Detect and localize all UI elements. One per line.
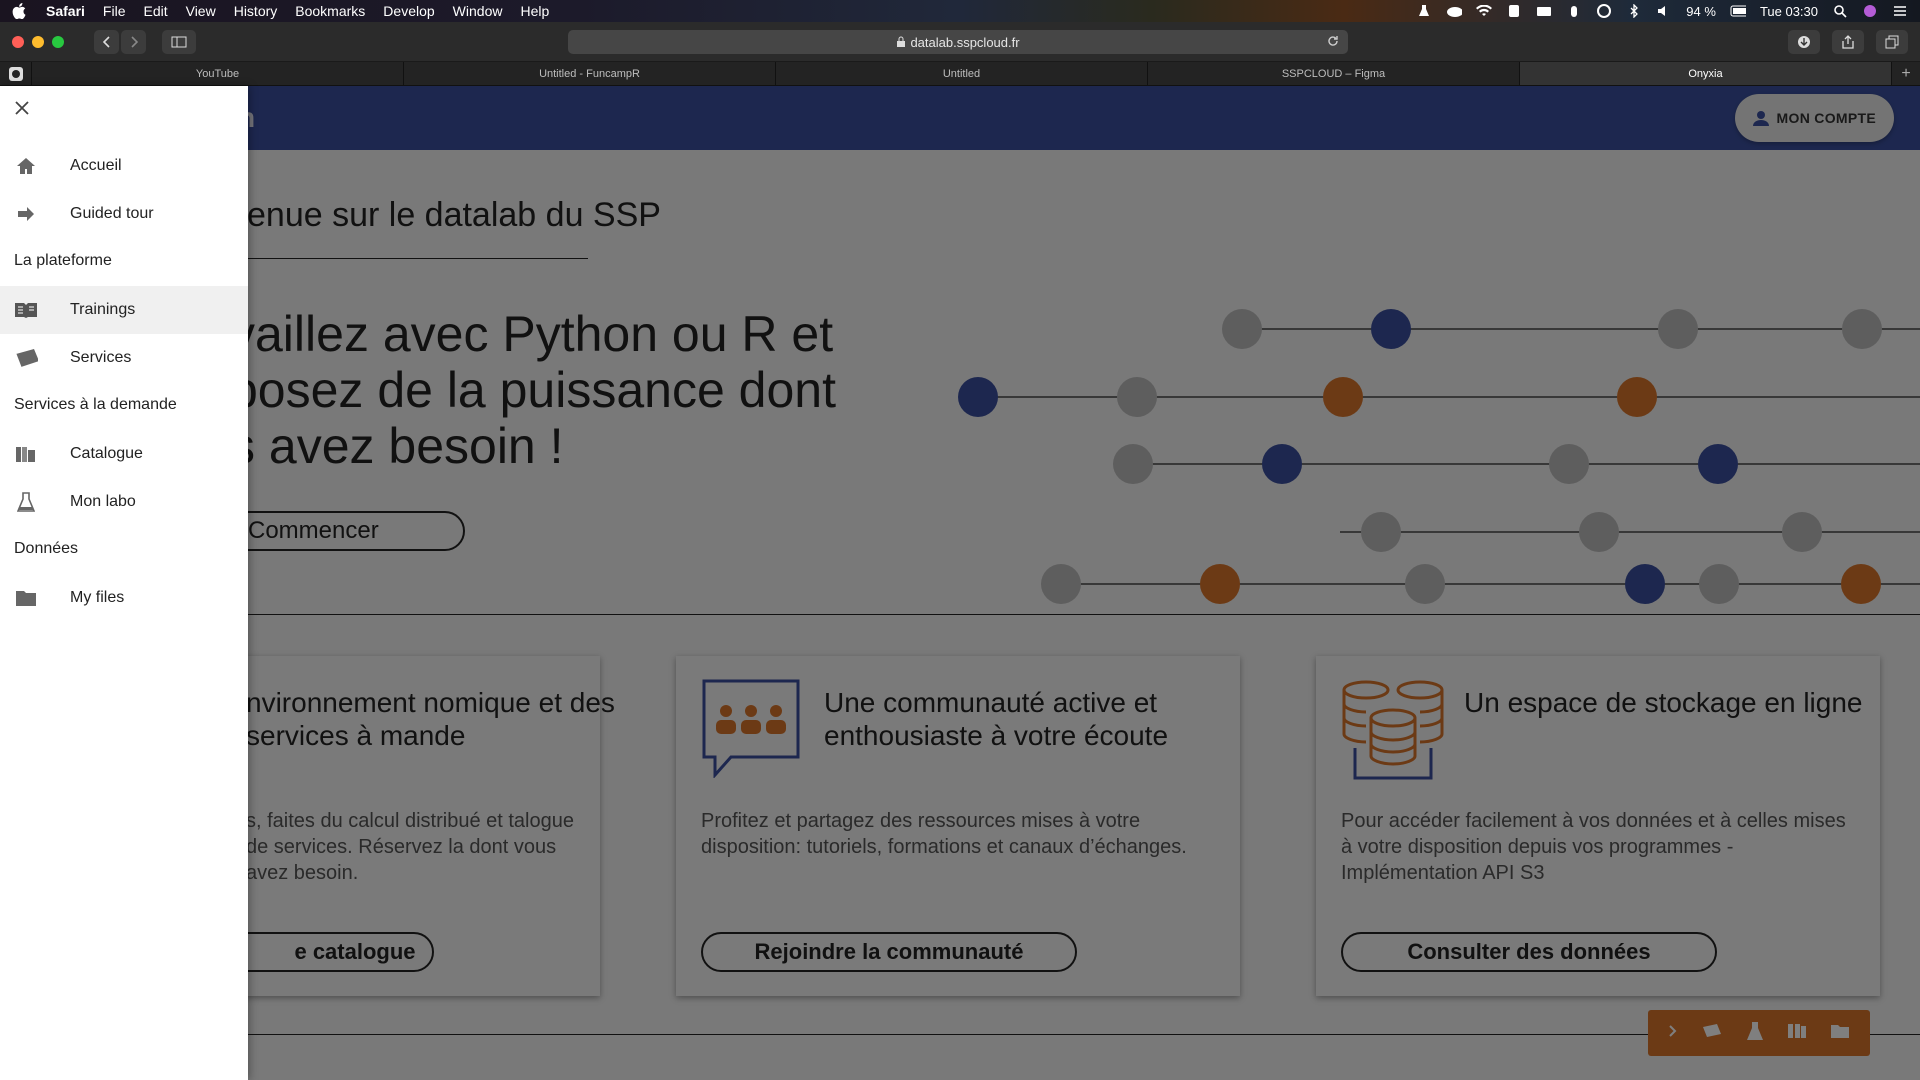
book-icon <box>14 300 38 320</box>
pinned-tab-github[interactable] <box>0 62 32 85</box>
modal-backdrop[interactable] <box>0 86 1920 1080</box>
tab-funcampr[interactable]: Untitled - FuncampR <box>404 62 776 85</box>
lock-icon <box>897 36 906 47</box>
menu-view[interactable]: View <box>186 3 216 19</box>
section-header-data: Données <box>14 540 79 557</box>
nav-item-label: Accueil <box>70 157 122 174</box>
github-icon <box>8 66 23 81</box>
menu-file[interactable]: File <box>103 3 126 19</box>
keyboard-icon[interactable] <box>1536 4 1552 18</box>
volume-icon[interactable] <box>1656 4 1672 18</box>
nav-item-label: Trainings <box>70 301 136 318</box>
address-bar[interactable]: datalab.sspcloud.fr <box>568 30 1348 54</box>
battery-icon[interactable] <box>1730 4 1746 18</box>
navigation-drawer: Accueil Guided tour La plateforme Traini… <box>0 86 248 1080</box>
nav-item-catalogue[interactable]: Catalogue <box>0 430 248 478</box>
flask-icon <box>14 492 38 512</box>
apple-icon[interactable] <box>12 3 28 19</box>
tab-bar: YouTube Untitled - FuncampR Untitled SSP… <box>0 62 1920 86</box>
forward-button[interactable] <box>121 29 146 54</box>
hand-icon[interactable] <box>1566 4 1582 18</box>
spotlight-icon[interactable] <box>1832 4 1848 18</box>
notes-icon[interactable] <box>1506 4 1522 18</box>
close-drawer-button[interactable] <box>12 98 32 118</box>
menu-app-name[interactable]: Safari <box>46 3 85 19</box>
nav-item-services[interactable]: Services <box>0 334 248 382</box>
downloads-button[interactable] <box>1788 30 1820 54</box>
flask-status-icon[interactable] <box>1416 4 1432 18</box>
wifi-icon[interactable] <box>1476 4 1493 18</box>
home-icon <box>14 156 38 176</box>
menu-bookmarks[interactable]: Bookmarks <box>295 3 365 19</box>
nav-item-mon-labo[interactable]: Mon labo <box>0 478 248 526</box>
tab-untitled[interactable]: Untitled <box>776 62 1148 85</box>
cards-icon <box>14 348 38 368</box>
siri-icon[interactable] <box>1862 4 1878 18</box>
menu-help[interactable]: Help <box>520 3 549 19</box>
tab-youtube[interactable]: YouTube <box>32 62 404 85</box>
tabs-overview-button[interactable] <box>1876 30 1908 54</box>
browser-toolbar: datalab.sspcloud.fr <box>0 22 1920 62</box>
nav-item-my-files[interactable]: My files <box>0 574 248 622</box>
section-header-platform: La plateforme <box>14 252 112 269</box>
zoom-window-button[interactable] <box>52 35 64 48</box>
menu-edit[interactable]: Edit <box>143 3 167 19</box>
minimize-window-button[interactable] <box>32 35 44 48</box>
arrow-right-icon <box>14 204 38 224</box>
back-button[interactable] <box>94 29 119 54</box>
nav-item-accueil[interactable]: Accueil <box>0 142 248 190</box>
close-icon <box>15 101 29 115</box>
nav-item-label: Catalogue <box>70 445 143 462</box>
menu-window[interactable]: Window <box>453 3 503 19</box>
tab-onyxia[interactable]: Onyxia <box>1520 62 1892 85</box>
folder-icon <box>14 588 38 608</box>
nav-item-label: Services <box>70 349 132 366</box>
menu-history[interactable]: History <box>234 3 278 19</box>
url-text: datalab.sspcloud.fr <box>910 34 1020 50</box>
vpn-icon[interactable] <box>1596 4 1612 18</box>
nav-item-label: Mon labo <box>70 493 136 510</box>
battery-percent: 94 % <box>1686 3 1716 19</box>
menu-develop[interactable]: Develop <box>383 3 434 19</box>
tab-figma[interactable]: SSPCLOUD – Figma <box>1148 62 1520 85</box>
bluetooth-icon[interactable] <box>1626 4 1642 18</box>
close-window-button[interactable] <box>12 35 24 48</box>
new-tab-button[interactable]: + <box>1892 62 1920 85</box>
clock[interactable]: Tue 03:30 <box>1760 4 1818 19</box>
reload-icon[interactable] <box>1326 34 1340 51</box>
sidebar-toggle-button[interactable] <box>162 29 196 54</box>
catalogue-icon <box>14 444 38 464</box>
section-header-services: Services à la demande <box>14 396 177 413</box>
window-controls <box>12 35 64 48</box>
nav-item-label: My files <box>70 589 125 606</box>
control-center-icon[interactable] <box>1892 4 1908 18</box>
cloud-icon[interactable] <box>1446 4 1463 18</box>
nav-item-guided-tour[interactable]: Guided tour <box>0 190 248 238</box>
macos-menubar: Safari File Edit View History Bookmarks … <box>0 0 1920 22</box>
nav-item-trainings[interactable]: Trainings <box>0 286 248 334</box>
nav-item-label: Guided tour <box>70 205 154 222</box>
share-button[interactable] <box>1832 30 1864 54</box>
